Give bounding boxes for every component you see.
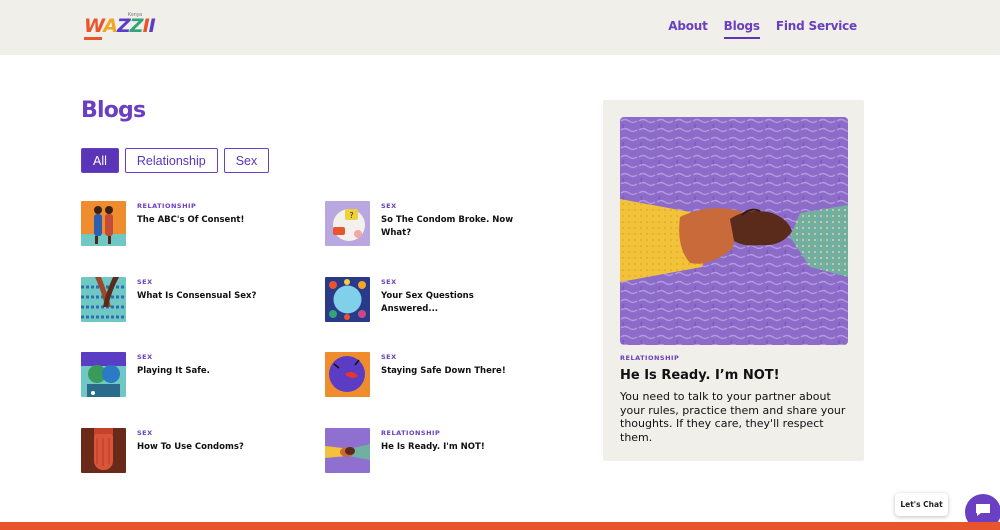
blog-item[interactable]: SEX How To Use Condoms?	[81, 428, 301, 474]
blog-item[interactable]: SEX Staying Safe Down There!	[325, 352, 545, 398]
blog-title[interactable]: He Is Ready. I'm NOT!	[381, 441, 531, 454]
logo-wordmark: WAZZII	[84, 15, 156, 37]
chat-icon	[975, 503, 991, 522]
blog-category: SEX	[381, 353, 397, 361]
featured-category: RELATIONSHIP	[620, 354, 680, 362]
logo-superscript: Kenya	[127, 12, 142, 18]
blog-category: SEX	[137, 429, 153, 437]
blog-title[interactable]: So The Condom Broke. Now What?	[381, 214, 531, 240]
wazzii-logo[interactable]: WAZZII Kenya	[82, 12, 156, 42]
blog-item[interactable]: RELATIONSHIP The ABC's Of Consent!	[81, 201, 301, 247]
blog-item[interactable]: SEX Playing It Safe.	[81, 352, 301, 398]
main-nav: About Blogs Find Service	[668, 19, 857, 39]
blog-thumbnail[interactable]	[81, 201, 126, 246]
footer-bar	[0, 522, 1000, 530]
page-title: Blogs	[81, 98, 146, 123]
blog-title[interactable]: How To Use Condoms?	[137, 441, 287, 454]
filter-relationship[interactable]: Relationship	[124, 148, 218, 173]
featured-image[interactable]	[620, 117, 848, 345]
blog-thumbnail[interactable]	[325, 428, 370, 473]
featured-blog-card[interactable]: RELATIONSHIP He Is Ready. I’m NOT! You n…	[603, 100, 864, 461]
blog-category: SEX	[137, 353, 153, 361]
blog-item[interactable]: SEX What Is Consensual Sex?	[81, 277, 301, 323]
blog-title[interactable]: The ABC's Of Consent!	[137, 214, 287, 227]
blog-item[interactable]: RELATIONSHIP He Is Ready. I'm NOT!	[325, 428, 545, 474]
blog-category: SEX	[137, 278, 153, 286]
blog-category: RELATIONSHIP	[381, 429, 441, 437]
blog-category: RELATIONSHIP	[137, 202, 197, 210]
nav-about[interactable]: About	[668, 19, 708, 39]
filter-all[interactable]: All	[81, 148, 119, 173]
blog-item[interactable]: SEX Your Sex Questions Answered...	[325, 277, 545, 323]
blog-category: SEX	[381, 278, 397, 286]
featured-description: You need to talk to your partner about y…	[620, 390, 846, 444]
logo-accent	[84, 37, 102, 40]
nav-find-service[interactable]: Find Service	[776, 19, 857, 39]
featured-title[interactable]: He Is Ready. I’m NOT!	[620, 368, 780, 383]
blog-title[interactable]: Your Sex Questions Answered...	[381, 290, 531, 316]
category-filters: All Relationship Sex	[81, 148, 270, 173]
blog-thumbnail[interactable]	[325, 277, 370, 322]
svg-text:?: ?	[349, 211, 353, 220]
site-header: WAZZII Kenya About Blogs Find Service	[0, 0, 1000, 55]
blog-thumbnail[interactable]	[81, 428, 126, 473]
blog-category: SEX	[381, 202, 397, 210]
blog-thumbnail[interactable]	[325, 352, 370, 397]
blog-title[interactable]: Playing It Safe.	[137, 365, 287, 378]
blog-thumbnail[interactable]	[81, 352, 126, 397]
blog-title[interactable]: Staying Safe Down There!	[381, 365, 531, 378]
nav-blogs[interactable]: Blogs	[723, 19, 760, 39]
blog-item[interactable]: ? SEX So The Condom Broke. Now What?	[325, 201, 545, 247]
blog-thumbnail[interactable]	[81, 277, 126, 322]
blog-title[interactable]: What Is Consensual Sex?	[137, 290, 287, 303]
blog-thumbnail[interactable]: ?	[325, 201, 370, 246]
chat-label[interactable]: Let's Chat	[895, 493, 948, 516]
filter-sex[interactable]: Sex	[223, 148, 270, 173]
